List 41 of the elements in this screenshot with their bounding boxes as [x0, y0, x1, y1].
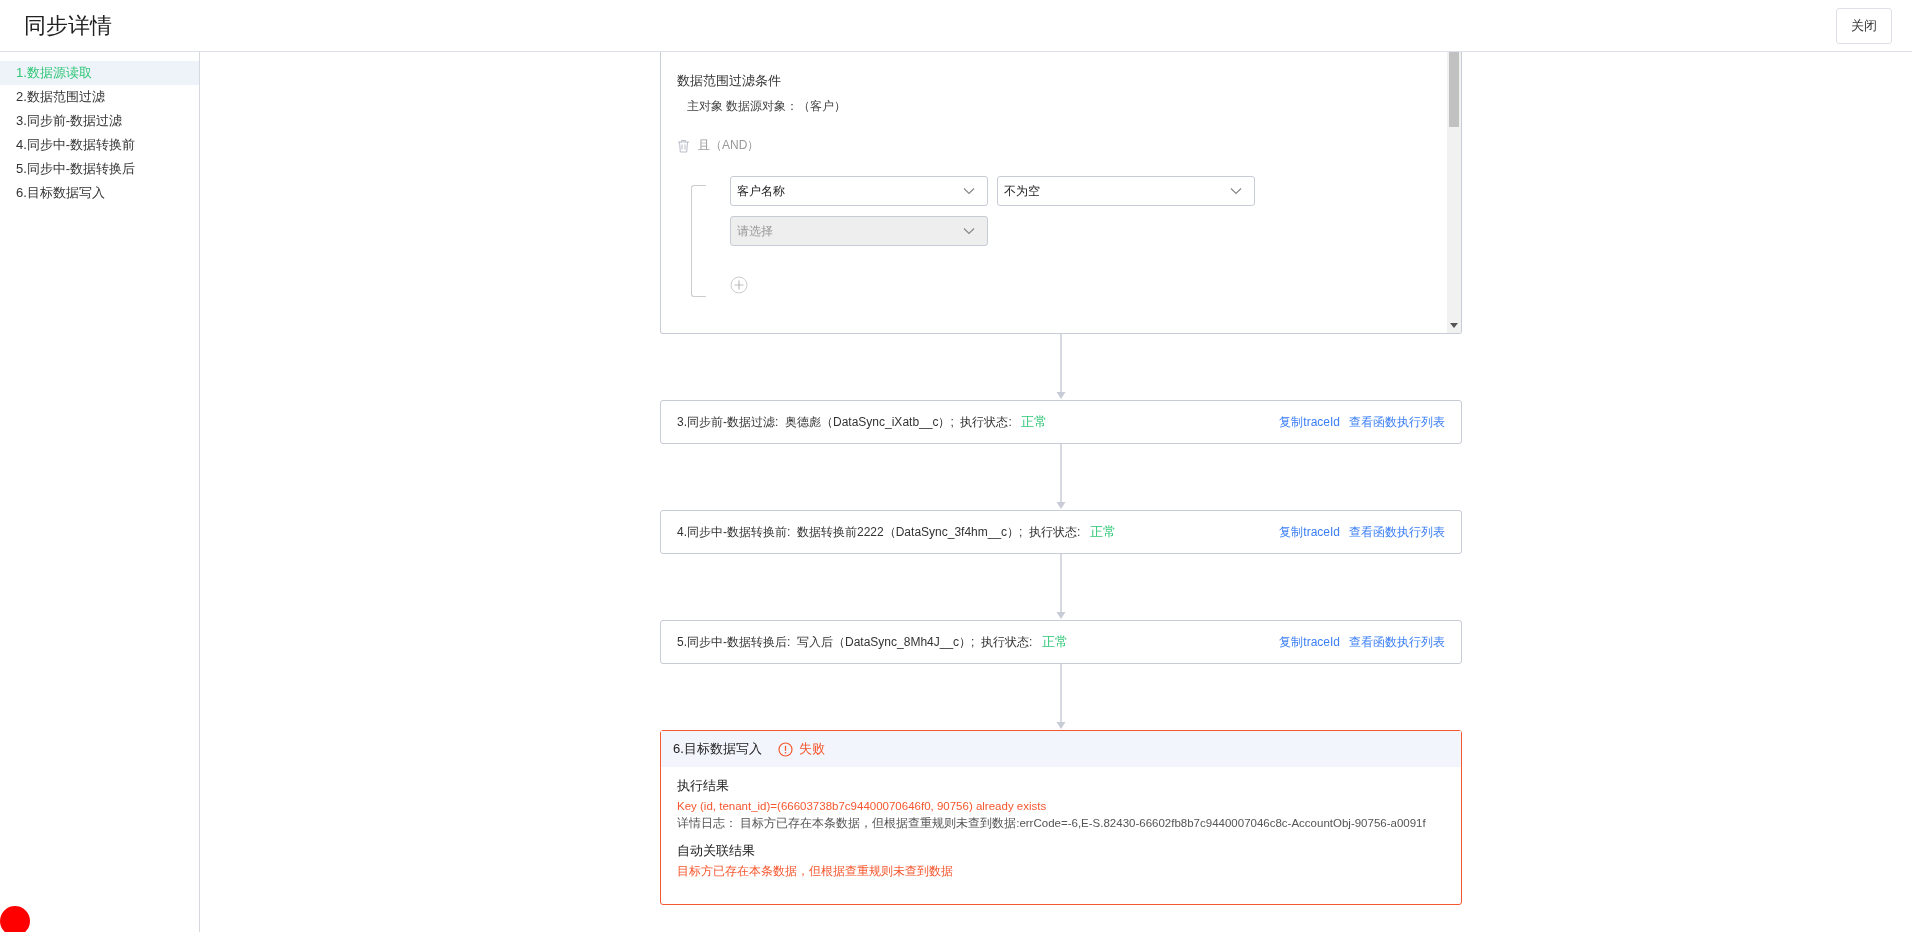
floating-dot[interactable]	[0, 906, 30, 932]
action-link[interactable]: 查看函数执行列表	[1349, 523, 1445, 541]
error-message: Key (id, tenant_id)=(66603738b7c94400070646f0, 90756) already exists	[677, 799, 1048, 814]
alert-icon	[777, 741, 793, 757]
status-text: 正常	[1089, 524, 1116, 539]
step-description: 5.同步中-数据转换后: 写入后（DataSync_8Mh4J__c）; 执行状态:	[677, 635, 1033, 649]
trash-icon[interactable]	[677, 138, 690, 153]
detail-log: 详情日志： 目标方已存在本条数据，但根据查重规则未查到数据:errCode=-6,E-S.82430-66602fb8b7c9440007046c8c-AccountObj-90756-a0091f	[677, 816, 1427, 831]
action-link[interactable]: 查看函数执行列表	[1349, 633, 1445, 651]
chevron-down-icon	[963, 187, 975, 195]
status-text: 正常	[1021, 414, 1048, 429]
action-link[interactable]: 查看函数执行列表	[1349, 413, 1445, 431]
chevron-down-icon	[963, 227, 975, 235]
sidebar-item[interactable]: 2.数据范围过滤	[0, 85, 199, 109]
section-heading: 自动关联结果	[677, 842, 756, 860]
step-description: 4.同步中-数据转换前: 数据转换前2222（DataSync_3f4hm__c）; 执行状态:	[677, 525, 1081, 539]
chevron-down-icon	[1230, 187, 1242, 195]
object-line: 主对象 数据源对象：（客户）	[687, 98, 848, 115]
scrollbar[interactable]	[1447, 52, 1461, 333]
action-link[interactable]: 复制traceId	[1279, 523, 1340, 541]
sidebar-item[interactable]: 3.同步前-数据过滤	[0, 109, 199, 133]
filter-title: 数据范围过滤条件	[677, 72, 782, 90]
group-operator: 且（AND）	[698, 137, 760, 154]
section-heading: 执行结果	[677, 777, 730, 795]
result-status: 失败	[798, 740, 825, 758]
step-description: 3.同步前-数据过滤: 奥德彪（DataSync_iXatb__c）; 执行状态:	[677, 415, 1012, 429]
page-title: 同步详情	[24, 11, 112, 40]
add-icon[interactable]	[730, 276, 748, 294]
scroll-down-icon[interactable]	[1450, 323, 1458, 328]
close-button[interactable]: 关闭	[1836, 7, 1892, 44]
sidebar-item[interactable]: 5.同步中-数据转换后	[0, 157, 199, 181]
result-title: 6.目标数据写入	[673, 740, 762, 758]
action-link[interactable]: 复制traceId	[1279, 633, 1340, 651]
sidebar-item[interactable]: 4.同步中-数据转换前	[0, 133, 199, 157]
sidebar-item[interactable]: 6.目标数据写入	[0, 181, 199, 205]
select-field[interactable]: 不为空	[997, 176, 1255, 206]
error-message: 目标方已存在本条数据，但根据查重规则未查到数据	[677, 864, 954, 879]
action-link[interactable]: 复制traceId	[1279, 413, 1340, 431]
scrollbar-thumb[interactable]	[1449, 52, 1459, 127]
status-text: 正常	[1041, 634, 1068, 649]
select-field[interactable]: 客户名称	[730, 176, 988, 206]
